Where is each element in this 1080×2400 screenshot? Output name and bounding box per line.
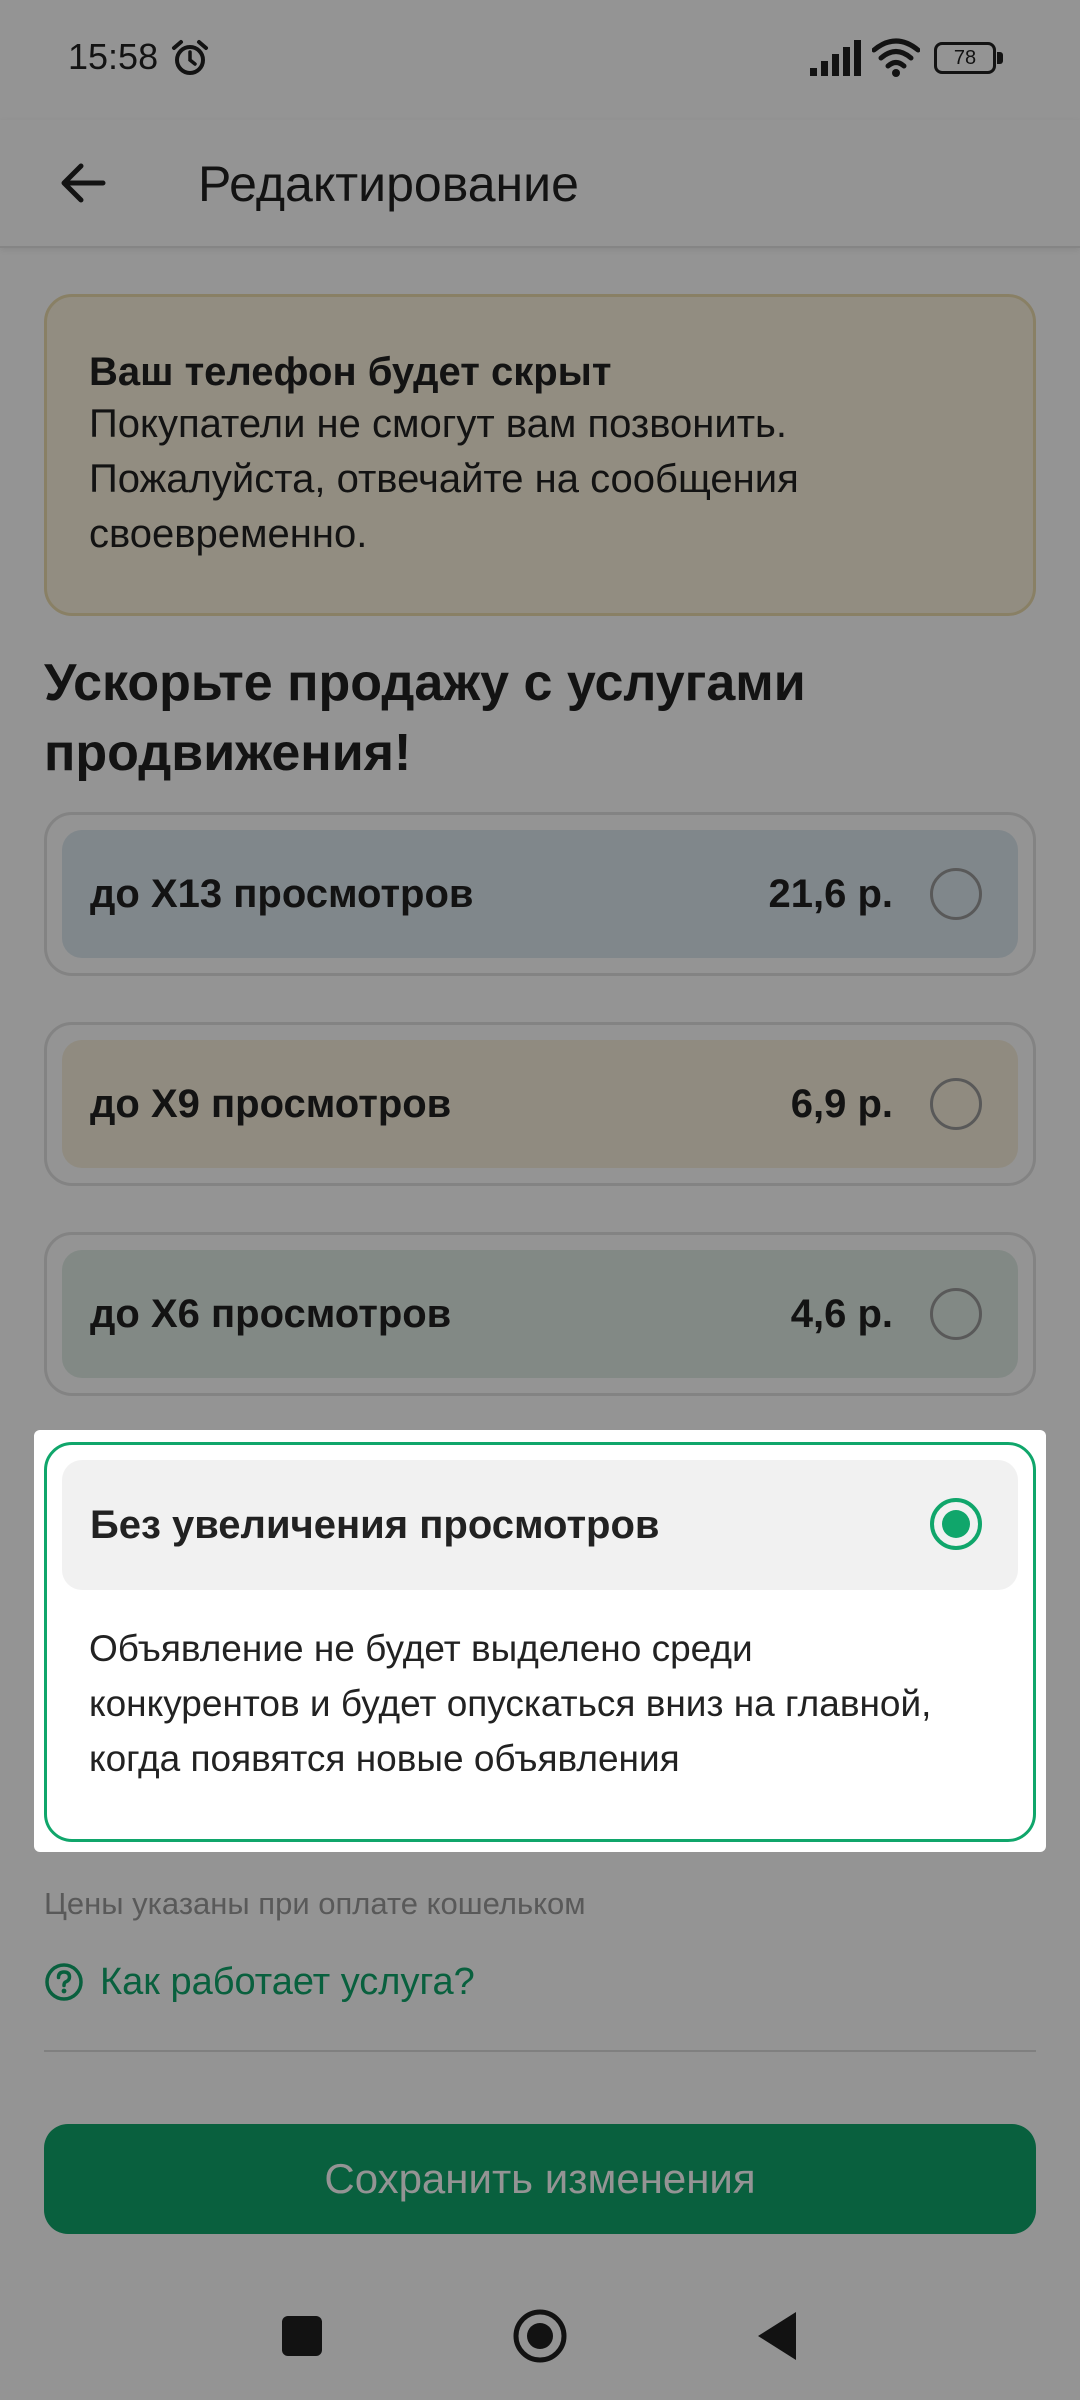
dim-overlay bbox=[0, 0, 1080, 2400]
radio-dot bbox=[942, 1510, 970, 1538]
description-line: Объявление не будет выделено среди bbox=[89, 1628, 753, 1669]
option-label: Без увеличения просмотров bbox=[90, 1503, 660, 1547]
description-line: когда появятся новые объявления bbox=[89, 1738, 680, 1779]
radio-button-selected[interactable] bbox=[930, 1498, 982, 1550]
promo-option-no-boost[interactable]: Без увеличения просмотров Объявление не … bbox=[44, 1442, 1036, 1842]
option-description: Объявление не будет выделено среди конку… bbox=[89, 1621, 1009, 1786]
option-inner: Без увеличения просмотров bbox=[62, 1460, 1018, 1590]
description-line: конкурентов и будет опускаться вниз на г… bbox=[89, 1683, 932, 1724]
